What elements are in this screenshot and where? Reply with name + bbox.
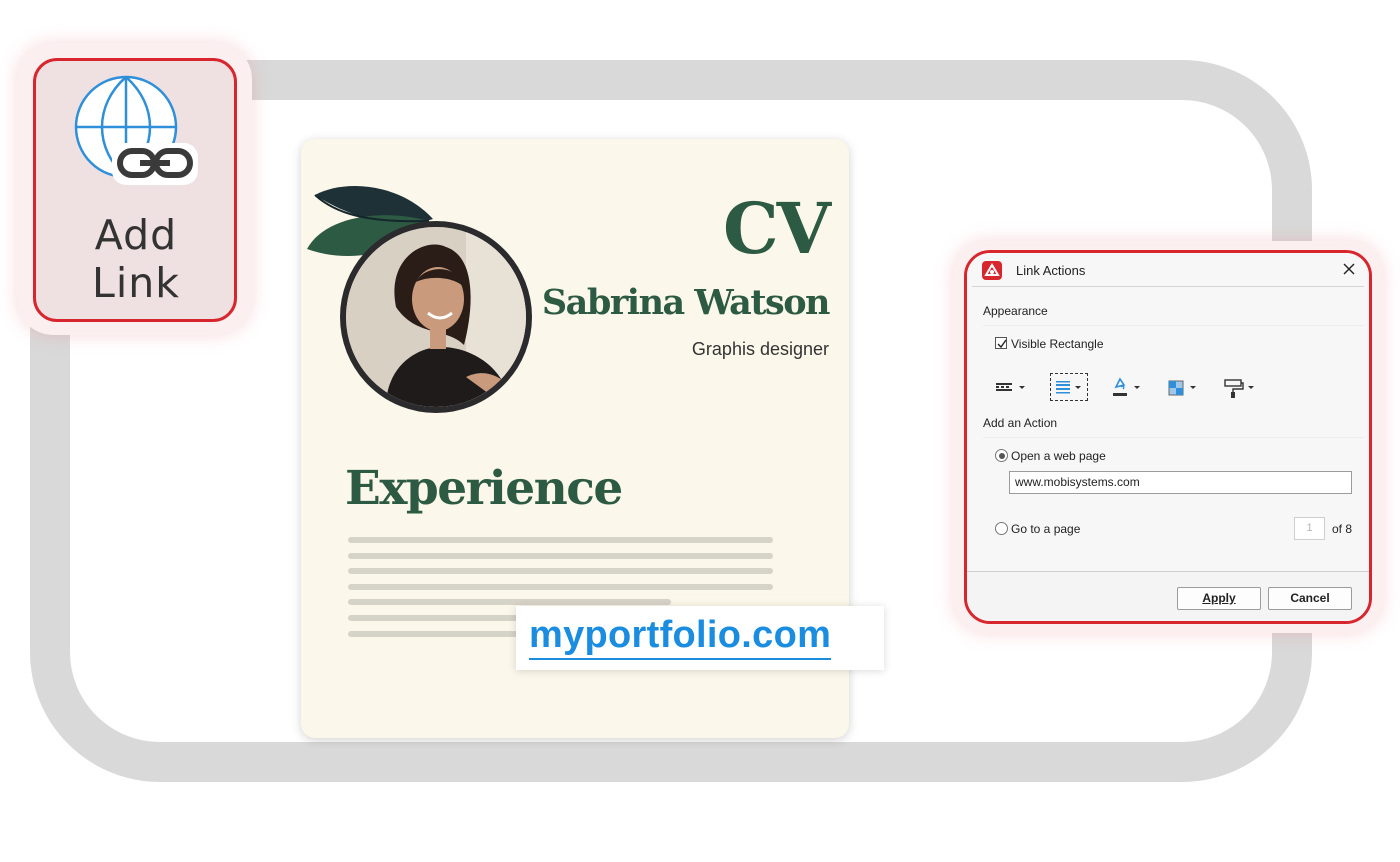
- link-actions-dialog: Link Actions Appearance Visible Rectangl…: [964, 250, 1372, 624]
- visible-rectangle-label: Visible Rectangle: [1011, 337, 1104, 351]
- page-total-label: of 8: [1332, 522, 1353, 536]
- open-web-page-label: Open a web page: [1011, 449, 1106, 463]
- line-style-icon: [996, 383, 1025, 391]
- text-line: [348, 537, 773, 543]
- avatar: [340, 221, 532, 413]
- app-logo-icon: [982, 261, 1002, 280]
- add-link-label: Add Link: [36, 211, 236, 307]
- cv-section-heading: Experience: [345, 461, 623, 516]
- globe-link-icon: [74, 75, 198, 185]
- fill-color-icon: [1224, 379, 1254, 398]
- text-line: [348, 599, 671, 606]
- add-action-label: Add an Action: [983, 416, 1058, 430]
- line-thickness-dropdown[interactable]: [1050, 373, 1088, 401]
- dialog-title: Link Actions: [1016, 263, 1086, 278]
- url-input[interactable]: www.mobisystems.com: [1009, 471, 1352, 494]
- highlight-style-icon: [1168, 380, 1196, 396]
- line-style-dropdown[interactable]: [993, 373, 1033, 401]
- highlight-style-dropdown[interactable]: [1165, 373, 1205, 401]
- divider: [972, 286, 1364, 287]
- page-number-input[interactable]: 1: [1294, 517, 1325, 540]
- text-line: [348, 568, 773, 575]
- go-to-page-label: Go to a page: [1011, 522, 1081, 536]
- text-line: [348, 552, 773, 559]
- add-link-button[interactable]: Add Link: [33, 58, 237, 322]
- close-icon[interactable]: [1341, 261, 1357, 277]
- fill-color-dropdown[interactable]: [1221, 373, 1261, 401]
- line-color-icon: [1113, 377, 1140, 396]
- cancel-button[interactable]: Cancel: [1268, 587, 1352, 610]
- open-web-page-radio[interactable]: [995, 449, 1008, 462]
- add-link-label-line2: Link: [92, 259, 180, 307]
- appearance-label: Appearance: [983, 304, 1048, 318]
- checkmark-icon: [997, 339, 1007, 349]
- cv-role: Graphis designer: [691, 339, 829, 359]
- cv-title: CV: [722, 187, 831, 270]
- line-color-dropdown[interactable]: [1109, 373, 1149, 401]
- apply-button[interactable]: Apply: [1177, 587, 1261, 610]
- cv-name: Sabrina Watson: [541, 282, 831, 323]
- text-line: [348, 583, 773, 590]
- line-thickness-icon: [1056, 381, 1081, 394]
- go-to-page-radio[interactable]: [995, 522, 1008, 535]
- dialog-titlebar: Link Actions: [967, 253, 1369, 287]
- visible-rectangle-checkbox[interactable]: [995, 337, 1007, 349]
- divider: [983, 325, 1364, 326]
- add-link-label-line1: Add: [94, 211, 178, 259]
- portfolio-link[interactable]: myportfolio.com: [529, 612, 832, 660]
- portfolio-link-badge: myportfolio.com: [516, 606, 884, 670]
- divider: [983, 437, 1364, 438]
